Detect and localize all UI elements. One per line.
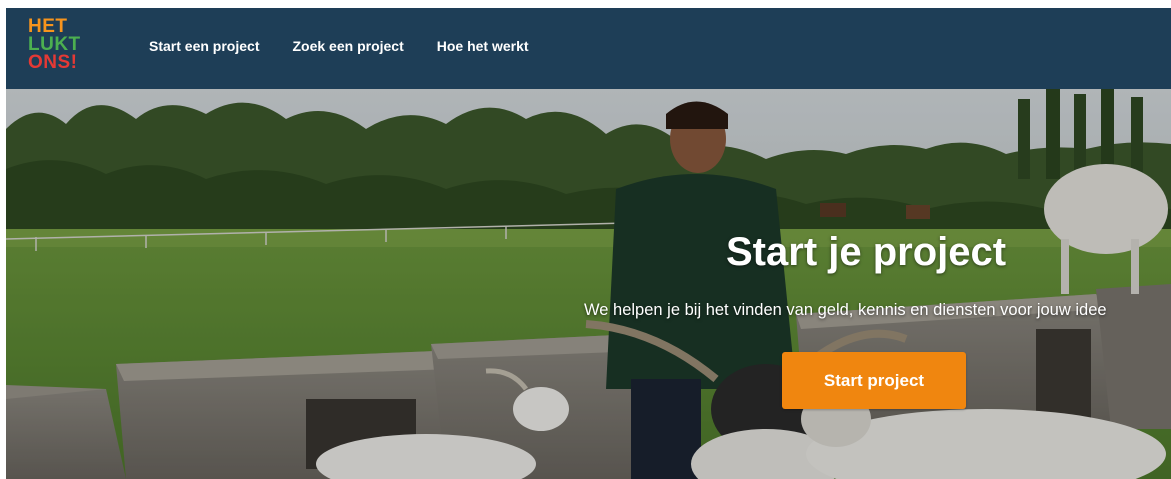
nav-links: Start een project Zoek een project Hoe h… [149, 8, 562, 84]
hero-title: Start je project [726, 230, 1007, 274]
start-project-button[interactable]: Start project [782, 352, 966, 409]
hero-overlay [6, 89, 1171, 479]
logo-line-ons: ONS! [28, 52, 78, 73]
hero-subtitle: We helpen je bij het vinden van geld, ke… [584, 301, 1107, 319]
nav-link-find-project[interactable]: Zoek een project [292, 38, 403, 54]
hero-section: Start je project We helpen je bij het vi… [6, 89, 1171, 479]
logo[interactable]: HET LUKT ONS! [28, 17, 81, 73]
top-navbar: HET LUKT ONS! Start een project Zoek een… [6, 8, 1171, 89]
nav-link-start-project[interactable]: Start een project [149, 38, 259, 54]
nav-link-how-it-works[interactable]: Hoe het werkt [437, 38, 529, 54]
page: HET LUKT ONS! Start een project Zoek een… [0, 0, 1171, 479]
